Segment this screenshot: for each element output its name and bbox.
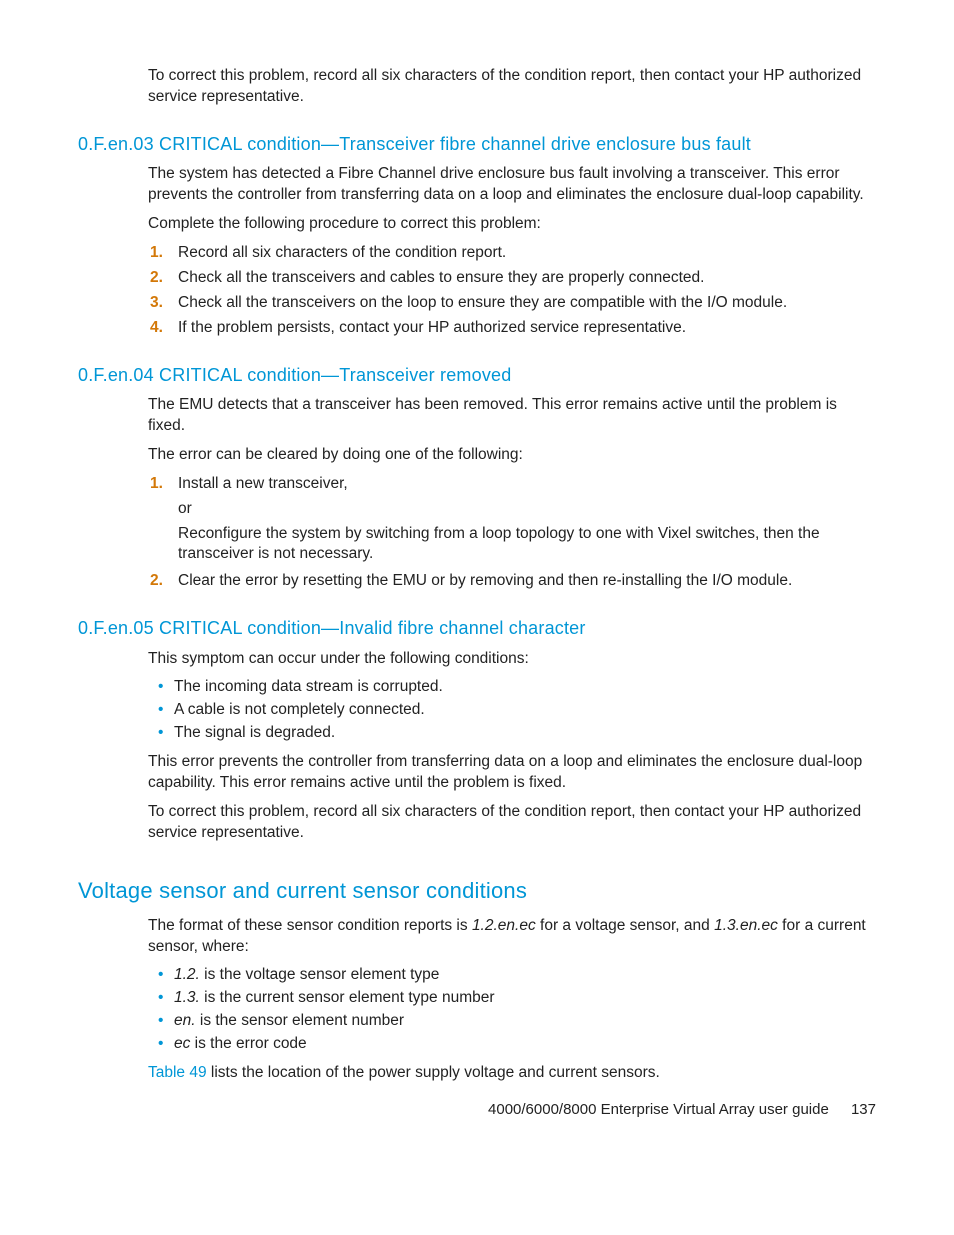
bullet-list: 1.2. is the voltage sensor element type … [148,965,876,1055]
body-text: The error can be cleared by doing one of… [148,445,876,466]
list-text: Record all six characters of the conditi… [178,244,506,261]
section-heading-04: 0.F.en.04 CRITICAL condition—Transceiver… [78,363,876,387]
list-item: 1.3. is the current sensor element type … [174,988,876,1009]
section-heading-03: 0.F.en.03 CRITICAL condition—Transceiver… [78,132,876,156]
body-text: This error prevents the controller from … [148,752,876,794]
text-run: for a voltage sensor, and [536,917,714,934]
list-text: Clear the error by resetting the EMU or … [178,572,792,589]
body-text: The EMU detects that a transceiver has b… [148,395,876,437]
list-number: 2. [150,571,163,592]
ordered-list: 1. Install a new transceiver, or Reconfi… [148,474,876,593]
list-item: The incoming data stream is corrupted. [174,677,876,698]
text-run: lists the location of the power supply v… [207,1064,660,1081]
section-heading-voltage: Voltage sensor and current sensor condit… [78,876,876,906]
document-page: To correct this problem, record all six … [0,0,954,1180]
list-text: Check all the transceivers and cables to… [178,269,704,286]
text-run: is the error code [190,1035,306,1052]
body-text: Table 49 lists the location of the power… [148,1063,876,1084]
list-number: 4. [150,318,163,339]
list-item: 4.If the problem persists, contact your … [176,318,876,339]
italic-text: 1.3.en.ec [714,917,778,934]
section-heading-05: 0.F.en.05 CRITICAL condition—Invalid fib… [78,616,876,640]
table-reference-link[interactable]: Table 49 [148,1064,207,1081]
body-text: The system has detected a Fibre Channel … [148,164,876,206]
list-subtext: Reconfigure the system by switching from… [178,524,876,566]
page-footer: 4000/6000/8000 Enterprise Virtual Array … [488,1100,876,1120]
body-text: The format of these sensor condition rep… [148,916,876,958]
italic-text: 1.2. [174,966,200,983]
list-item: 1. Install a new transceiver, or Reconfi… [176,474,876,566]
body-text: This symptom can occur under the followi… [148,649,876,670]
list-number: 3. [150,293,163,314]
list-text: If the problem persists, contact your HP… [178,319,686,336]
body-text: Complete the following procedure to corr… [148,214,876,235]
list-number: 1. [150,474,163,495]
list-item: 2.Clear the error by resetting the EMU o… [176,571,876,592]
text-run: is the voltage sensor element type [200,966,440,983]
list-item: 2.Check all the transceivers and cables … [176,268,876,289]
intro-paragraph: To correct this problem, record all six … [148,66,876,108]
bullet-list: The incoming data stream is corrupted. A… [148,677,876,744]
list-text: Check all the transceivers on the loop t… [178,294,787,311]
text-run: is the current sensor element type numbe… [200,989,495,1006]
list-item: 1.Record all six characters of the condi… [176,243,876,264]
list-item: en. is the sensor element number [174,1011,876,1032]
text-run: is the sensor element number [196,1012,405,1029]
page-number: 137 [851,1101,876,1118]
list-item: 3.Check all the transceivers on the loop… [176,293,876,314]
list-item: ec is the error code [174,1034,876,1055]
ordered-list: 1. Record all six characters of the condi… [148,243,876,339]
list-or: or [178,499,876,520]
list-item: A cable is not completely connected. [174,700,876,721]
footer-title: 4000/6000/8000 Enterprise Virtual Array … [488,1101,829,1118]
text-run: The format of these sensor condition rep… [148,917,472,934]
list-number: 1. [150,243,163,264]
list-number: 2. [150,268,163,289]
italic-text: en. [174,1012,196,1029]
body-text: To correct this problem, record all six … [148,802,876,844]
list-text: Install a new transceiver, [178,475,348,492]
list-item: The signal is degraded. [174,723,876,744]
list-item: 1.2. is the voltage sensor element type [174,965,876,986]
italic-text: ec [174,1035,190,1052]
italic-text: 1.2.en.ec [472,917,536,934]
italic-text: 1.3. [174,989,200,1006]
